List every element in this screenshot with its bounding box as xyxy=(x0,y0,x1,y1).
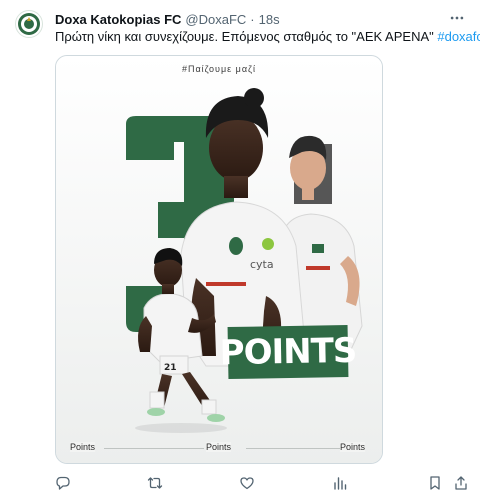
retweet-button[interactable] xyxy=(147,474,163,492)
poster-footer: Points Points Points xyxy=(70,442,368,454)
footer-divider xyxy=(104,448,204,449)
bookmark-icon xyxy=(430,476,440,490)
account-name[interactable]: Doxa Katokopias FC xyxy=(55,12,181,27)
hashtag-link[interactable]: #doxafc xyxy=(437,29,480,44)
svg-text:21: 21 xyxy=(164,363,177,373)
points-banner: POINTS xyxy=(219,324,357,380)
tweet-actions xyxy=(55,474,470,492)
share-icon xyxy=(455,476,467,490)
retweet-icon xyxy=(147,477,163,489)
like-icon xyxy=(240,477,254,490)
separator-dot: · xyxy=(250,11,255,27)
reply-icon xyxy=(56,476,70,490)
svg-text:cyta: cyta xyxy=(250,258,274,271)
share-button[interactable] xyxy=(453,474,469,492)
club-crest-icon xyxy=(18,13,40,35)
footer-divider xyxy=(246,448,346,449)
views-icon xyxy=(334,477,347,490)
timestamp[interactable]: 18s xyxy=(259,12,280,27)
poster-artwork: cyta 21 xyxy=(56,56,382,463)
tweet-body: Πρώτη νίκη και συνεχίζουμε. Επόμενος στα… xyxy=(55,29,438,44)
tweet-media-image[interactable]: cyta 21 #Παίζουμε μαζί POINTS Points Poi… xyxy=(55,55,383,464)
poster-hashtag: #Παίζουμε μαζί xyxy=(181,64,257,74)
footer-label-left: Points xyxy=(70,442,96,452)
tweet-header: Doxa Katokopias FC @DoxaFC · 18s xyxy=(55,10,280,28)
tweet-text: Πρώτη νίκη και συνεχίζουμε. Επόμενος στα… xyxy=(55,29,480,45)
account-handle[interactable]: @DoxaFC xyxy=(185,12,246,27)
like-button[interactable] xyxy=(239,474,255,492)
more-options-button[interactable] xyxy=(448,9,466,27)
footer-label-right: Points xyxy=(340,442,366,452)
tweet[interactable]: Doxa Katokopias FC @DoxaFC · 18s Πρώτη ν… xyxy=(0,0,480,503)
bookmark-button[interactable] xyxy=(427,474,443,492)
views-button[interactable] xyxy=(332,474,348,492)
footer-label-center: Points xyxy=(206,442,232,452)
more-icon xyxy=(450,16,464,20)
reply-button[interactable] xyxy=(55,474,71,492)
avatar[interactable] xyxy=(15,10,43,38)
